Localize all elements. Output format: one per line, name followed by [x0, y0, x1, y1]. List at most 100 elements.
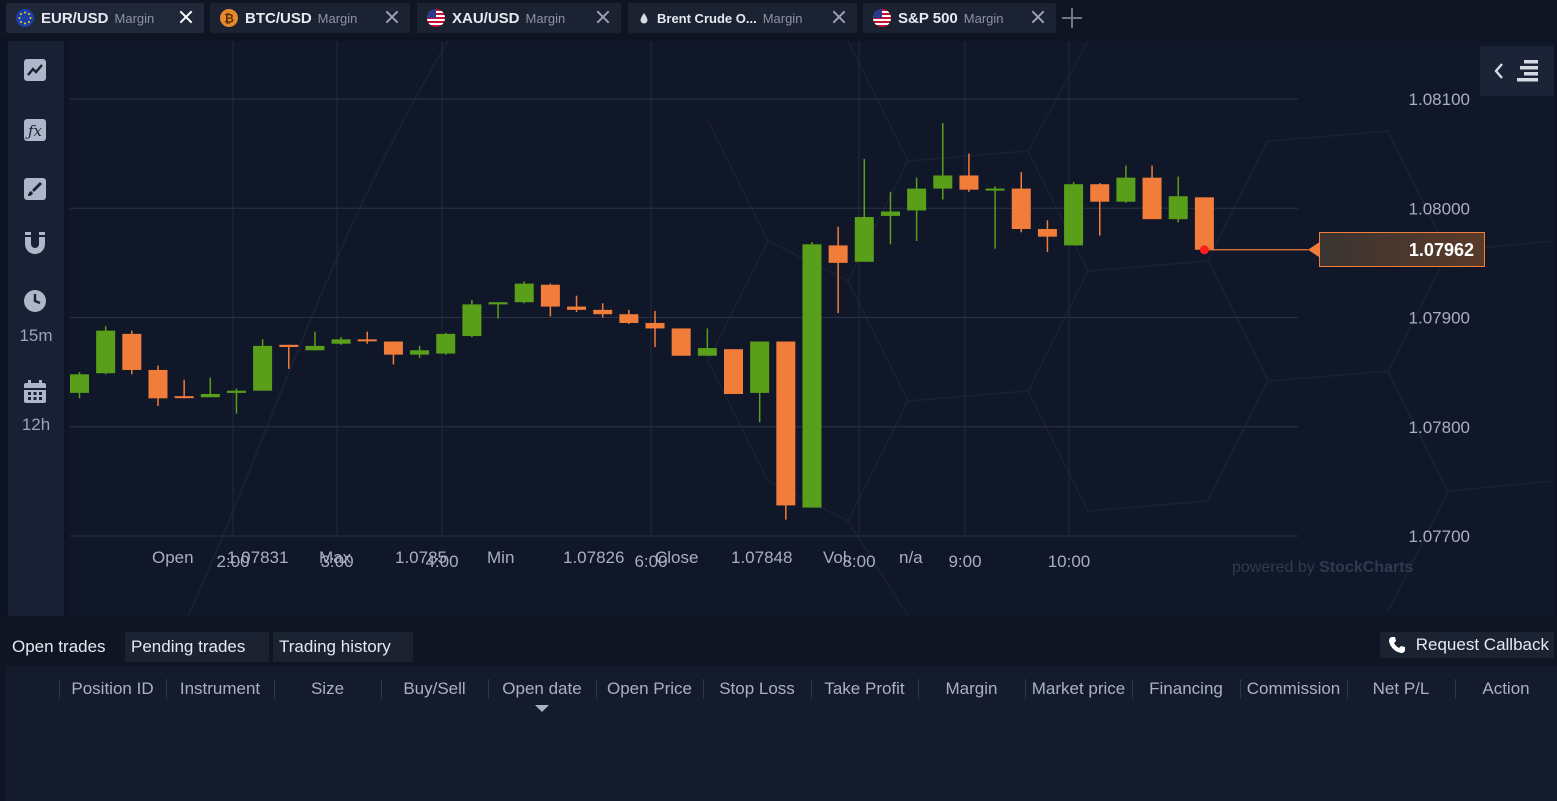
y-tick-label: 1.07900 [1409, 309, 1470, 328]
tab-pending-trades[interactable]: Pending trades [125, 632, 269, 662]
candle-body [383, 341, 403, 355]
svg-text:₿: ₿ [224, 12, 234, 26]
column-header-label: Financing [1149, 679, 1223, 698]
candlestick-chart[interactable]: 1.081001.080001.079001.078001.07700 2:00… [68, 41, 1554, 616]
candle [776, 341, 796, 520]
column-separator [596, 679, 597, 699]
ohlc-max-label: Max [319, 548, 352, 567]
column-header[interactable]: Action [1455, 674, 1557, 704]
period-label[interactable]: 12h [8, 415, 64, 435]
candle [488, 302, 508, 319]
ohlc-vol-label: Vol. [823, 548, 852, 567]
candle-body [697, 348, 717, 356]
price-chart[interactable]: 1.08100 1.08000 1.07900 1.07800 1.07700 2:00… [68, 41, 1554, 616]
current-price-dot [1199, 245, 1209, 255]
candle-body [776, 341, 796, 506]
clock-icon[interactable] [20, 286, 50, 316]
candle [671, 328, 691, 356]
candle [1168, 176, 1188, 223]
candle [253, 339, 273, 391]
candle-body [828, 245, 848, 263]
add-tab-icon[interactable] [1062, 8, 1082, 28]
calendar-icon[interactable] [20, 377, 50, 407]
column-header[interactable]: Commission [1240, 674, 1347, 704]
close-icon[interactable] [384, 9, 400, 25]
candle [226, 388, 246, 414]
candle-body [462, 304, 482, 337]
request-callback-button[interactable]: Request Callback [1379, 632, 1554, 658]
column-separator [1025, 679, 1026, 699]
candle [619, 309, 639, 325]
candle-body [880, 211, 900, 216]
candle [854, 159, 874, 262]
candle [985, 186, 1005, 249]
column-header[interactable]: Open Price [596, 674, 703, 704]
column-header[interactable]: Margin [918, 674, 1025, 704]
column-separator [703, 679, 704, 699]
candle [1037, 220, 1057, 252]
column-header[interactable]: Open date [488, 674, 596, 712]
column-header[interactable]: Stop Loss [703, 674, 811, 704]
bitcoin-icon: ₿ [220, 9, 238, 27]
candle-body [540, 284, 560, 307]
close-icon[interactable] [178, 9, 194, 25]
tab-xau-usd[interactable]: XAU/USD Margin [417, 3, 621, 33]
column-header[interactable]: Size [274, 674, 381, 704]
column-header[interactable]: Position ID [59, 674, 166, 704]
candle-body [593, 309, 613, 315]
ohlc-vol-value: n/a [899, 548, 923, 567]
indicator-fx-icon[interactable]: ƒx [20, 115, 50, 145]
candle-body [1142, 177, 1162, 220]
magnet-icon[interactable] [20, 229, 50, 259]
tab-type: Margin [317, 10, 358, 26]
brush-icon[interactable] [20, 174, 50, 204]
close-icon[interactable] [595, 9, 611, 25]
candle [567, 295, 587, 313]
interval-label[interactable]: 15m [8, 326, 64, 346]
tab-eur-usd[interactable]: EUR/USD Margin [6, 3, 204, 33]
tab-trading-history[interactable]: Trading history [273, 632, 413, 662]
candle [462, 300, 482, 338]
tab-btc-usd[interactable]: ₿ BTC/USD Margin [210, 3, 410, 33]
watermark-brand: StockCharts [1319, 559, 1414, 576]
side-drawer-toggle[interactable] [1480, 46, 1554, 96]
column-header[interactable]: Financing [1132, 674, 1240, 704]
candle-body [985, 188, 1005, 191]
column-header[interactable]: Net P/L [1347, 674, 1455, 704]
candle-body [488, 302, 508, 305]
candle-body [1011, 188, 1031, 230]
close-icon[interactable] [831, 9, 847, 25]
candle-body [750, 341, 770, 393]
tab-open-trades[interactable]: Open trades [6, 632, 121, 662]
line-chart-icon[interactable] [20, 55, 50, 85]
candle-body [253, 345, 273, 391]
tab-brent-crude[interactable]: Brent Crude O... Margin [628, 3, 857, 33]
order-book-icon [1517, 60, 1538, 82]
column-separator [488, 679, 489, 699]
candle [200, 377, 220, 398]
candle [907, 177, 927, 242]
y-axis: 1.08100 1.08000 1.07900 1.07800 1.07700 [1409, 90, 1470, 546]
phone-icon [1388, 637, 1405, 653]
column-header-label: Market price [1031, 679, 1126, 698]
candle [1064, 182, 1084, 246]
column-header-label: Buy/Sell [403, 679, 466, 698]
ohlc-close-label: Close [655, 548, 699, 567]
column-header-label: Net P/L [1372, 679, 1430, 698]
column-header[interactable]: Buy/Sell [381, 674, 488, 704]
candle-body [226, 390, 246, 393]
column-header[interactable]: Take Profit [811, 674, 918, 704]
watermark-prefix: powered by [1232, 559, 1315, 576]
column-header-label: Size [310, 679, 345, 698]
tab-symbol: XAU/USD [452, 9, 520, 27]
x-tick-label: 10:00 [1048, 552, 1091, 571]
candle-body [1168, 196, 1188, 220]
column-header[interactable]: Market price [1025, 674, 1132, 704]
tab-sp500[interactable]: S&P 500 Margin [863, 3, 1056, 33]
watermark: powered by StockCharts [1232, 559, 1413, 577]
candle [593, 303, 613, 318]
close-icon[interactable] [1030, 9, 1046, 25]
column-header[interactable]: Instrument [166, 674, 274, 704]
y-tick-label: 1.08100 [1409, 90, 1470, 109]
candle [331, 337, 351, 345]
